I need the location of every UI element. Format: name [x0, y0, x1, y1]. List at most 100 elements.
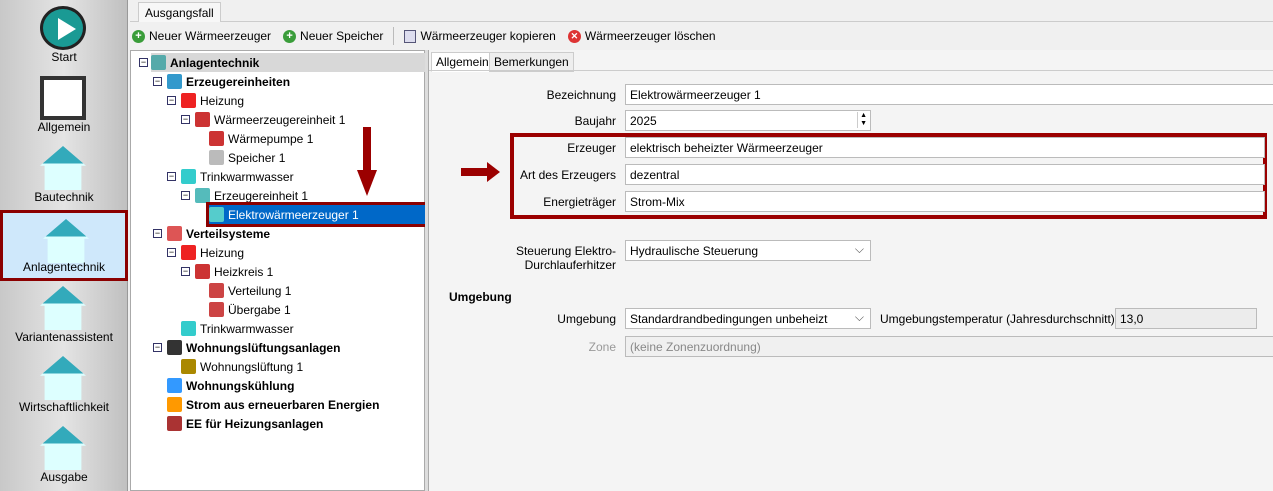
tree-node-label: Trinkwarmwasser	[200, 169, 294, 184]
tree-node[interactable]: Verteilung 1	[209, 281, 291, 300]
toolbar: + Neuer Wärmeerzeuger + Neuer Speicher Wär…	[130, 25, 718, 47]
collapse-icon[interactable]: −	[153, 229, 162, 238]
sidebar-item-bautechnik[interactable]: Bautechnik	[0, 140, 128, 210]
energietraeger-input[interactable]: Strom-Mix	[625, 191, 1265, 212]
umgebung-value: Standardrandbedingungen unbeheizt	[630, 312, 828, 326]
case-tabs: Ausgangsfall	[130, 0, 1273, 22]
bezeichnung-input[interactable]: Elektrowärmeerzeuger 1	[625, 84, 1273, 105]
tree-node-label: Heizung	[200, 93, 245, 108]
label: Wärmeerzeuger kopieren	[420, 29, 556, 43]
tree-node[interactable]: Erzeugereinheit 1	[195, 186, 308, 205]
steuerung-label: Steuerung Elektro-Durchlauferhitzer	[515, 244, 616, 272]
steuerung-select[interactable]: Hydraulische Steuerung	[625, 240, 871, 261]
tab-allgemein[interactable]: Allgemein	[431, 52, 494, 72]
baujahr-value: 2025	[630, 114, 657, 128]
node-icon	[167, 378, 182, 393]
tree-node[interactable]: Speicher 1	[209, 148, 285, 167]
tree-node[interactable]: Wohnungskühlung	[167, 376, 294, 395]
tree-node[interactable]: EE für Heizungsanlagen	[167, 414, 323, 433]
tree-node-label: Erzeugereinheiten	[186, 74, 291, 89]
node-icon	[209, 207, 224, 222]
bezeichnung-label: Bezeichnung	[546, 88, 616, 102]
collapse-icon[interactable]: −	[139, 58, 148, 67]
node-icon	[209, 131, 224, 146]
tree-node[interactable]: Wohnungslüftung 1	[181, 357, 303, 376]
sidebar-item-allgemein[interactable]: Allgemein	[0, 70, 128, 140]
tree-node-label: Wohnungslüftung 1	[200, 359, 304, 374]
tree-node-label: Anlagentechnik	[170, 55, 260, 70]
tree-node[interactable]: Strom aus erneuerbaren Energien	[167, 395, 379, 414]
collapse-icon[interactable]: −	[181, 115, 190, 124]
sidebar-item-ausgabe[interactable]: Ausgabe	[0, 420, 128, 490]
sidebar-item-wirtschaftlichkeit[interactable]: Wirtschaftlichkeit	[0, 350, 128, 420]
plus-icon: +	[283, 29, 297, 43]
tree-node[interactable]: Heizkreis 1	[195, 262, 273, 281]
tree-node[interactable]: Verteilsysteme	[167, 224, 270, 243]
tree-node[interactable]: Heizung	[181, 243, 244, 262]
tree-node-label: Wohnungslüftungsanlagen	[186, 340, 341, 355]
tree-node[interactable]: Übergabe 1	[209, 300, 291, 319]
node-icon	[195, 112, 210, 127]
umgebung-select[interactable]: Standardrandbedingungen unbeheizt	[625, 308, 871, 329]
temp-input[interactable]: 13,0	[1115, 308, 1257, 329]
tree-node-label: Heizkreis 1	[214, 264, 274, 279]
node-icon	[195, 188, 210, 203]
tree-node[interactable]: Wohnungslüftungsanlagen	[167, 338, 340, 357]
tree-node[interactable]: Trinkwarmwasser	[181, 319, 294, 338]
tree-node-label: Trinkwarmwasser	[200, 321, 294, 336]
node-icon	[209, 283, 224, 298]
tree-node[interactable]: Erzeugereinheiten	[167, 72, 290, 91]
tree-node-label: EE für Heizungsanlagen	[186, 416, 324, 431]
sidebar-item-variantenassistent[interactable]: Variantenassistent	[0, 280, 128, 350]
node-icon	[181, 245, 196, 260]
tree-node[interactable]: Anlagentechnik	[151, 53, 439, 72]
new-storage-button[interactable]: + Neuer Speicher	[281, 29, 385, 43]
sidebar-item-label: Ausgabe	[40, 470, 88, 484]
detail-panel: Allgemein Bemerkungen Bezeichnung Elektr…	[428, 50, 1273, 491]
collapse-icon[interactable]: −	[167, 248, 176, 257]
tree-node[interactable]: Wärmepumpe 1	[209, 129, 313, 148]
tree-node-label: Wärmepumpe 1	[228, 131, 314, 146]
tree-node[interactable]: Wärmeerzeugereinheit 1	[195, 110, 345, 129]
tree-node-label: Verteilsysteme	[186, 226, 271, 241]
play-icon	[40, 6, 86, 50]
spin-arrows-icon[interactable]: ▲ ▼	[857, 112, 869, 128]
node-icon	[209, 150, 224, 165]
node-icon	[167, 416, 182, 431]
sidebar-item-label: Variantenassistent	[15, 330, 113, 344]
sidebar-item-anlagentechnik[interactable]: Anlagentechnik	[0, 210, 128, 281]
node-icon	[181, 321, 196, 336]
sidebar-item-label: Allgemein	[37, 120, 91, 134]
zone-label: Zone	[588, 340, 616, 354]
node-icon	[209, 302, 224, 317]
collapse-icon[interactable]: −	[167, 172, 176, 181]
collapse-icon[interactable]: −	[153, 77, 162, 86]
tab-bemerkungen[interactable]: Bemerkungen	[489, 52, 574, 72]
collapse-icon[interactable]: −	[167, 96, 176, 105]
tree-node[interactable]: Heizung	[181, 91, 244, 110]
label: Neuer Speicher	[300, 29, 384, 43]
node-icon	[195, 264, 210, 279]
art-input[interactable]: dezentral	[625, 164, 1265, 185]
sidebar-item-label: Start	[51, 50, 77, 64]
house-icon	[40, 146, 86, 190]
sidebar: Start Allgemein Bautechnik Anlagentechnik Va…	[0, 0, 128, 491]
tab-ausgangsfall[interactable]: Ausgangsfall	[138, 2, 221, 22]
system-tree: Anlagentechnik − Erzeugereinheiten − Heizung…	[130, 50, 439, 491]
erzeuger-input[interactable]: elektrisch beheizter Wärmeerzeuger	[625, 137, 1265, 158]
new-generator-button[interactable]: + Neuer Wärmeerzeuger	[130, 29, 273, 43]
node-icon	[181, 93, 196, 108]
tree-node[interactable]: Elektrowärmeerzeuger 1	[206, 202, 432, 227]
collapse-icon[interactable]: −	[181, 191, 190, 200]
collapse-icon[interactable]: −	[181, 267, 190, 276]
sidebar-item-start[interactable]: Start	[0, 0, 128, 70]
tree-node[interactable]: Trinkwarmwasser	[181, 167, 294, 186]
collapse-icon[interactable]: −	[153, 343, 162, 352]
sidebar-item-label: Bautechnik	[34, 190, 94, 204]
copy-generator-button[interactable]: Wärmeerzeuger kopieren	[402, 29, 557, 43]
tree-node-label: Wärmeerzeugereinheit 1	[214, 112, 346, 127]
delete-generator-button[interactable]: ✕ Wärmeerzeuger löschen	[566, 29, 718, 43]
tree-node-label: Wohnungskühlung	[186, 378, 295, 393]
baujahr-spinner[interactable]: 2025 ▲ ▼	[625, 110, 871, 131]
copy-icon	[404, 29, 417, 43]
